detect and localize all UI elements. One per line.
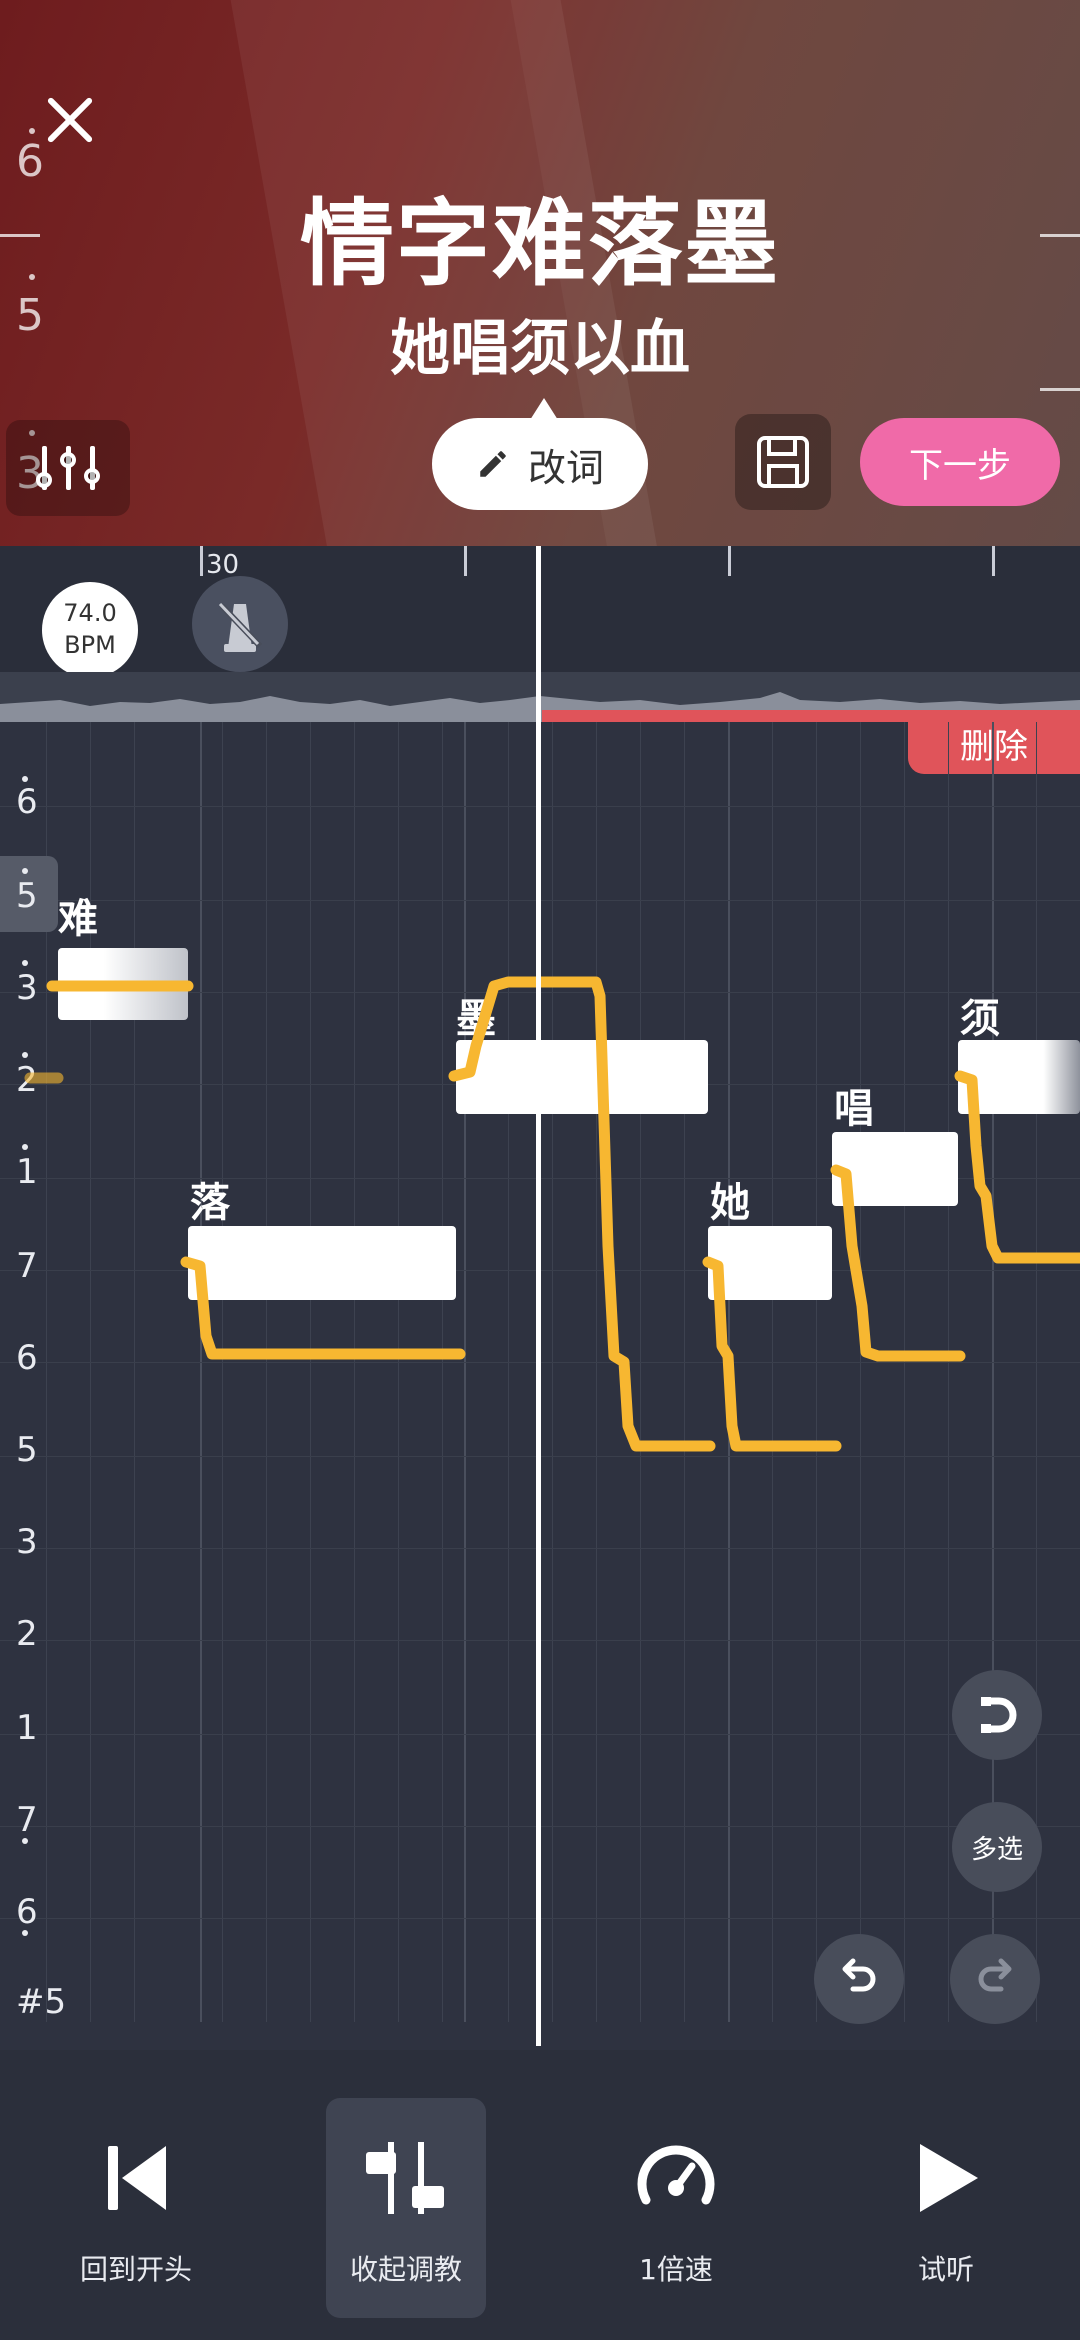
rewind-to-start-button[interactable]: 回到开头	[56, 2098, 216, 2318]
save-icon	[757, 436, 809, 488]
play-icon	[920, 2144, 978, 2212]
lyric-header: 6 5 3 情字难落墨 她唱须以血 改词 下一步	[0, 0, 1080, 546]
redo-button[interactable]	[950, 1934, 1040, 2024]
speed-label: 1倍速	[639, 2253, 713, 2286]
rewind-label: 回到开头	[79, 2253, 192, 2286]
speedometer-icon	[637, 2145, 715, 2205]
mixer-button[interactable]	[6, 420, 130, 516]
playback-toolbar: 回到开头 收起调教 1倍速 试听	[0, 2050, 1080, 2340]
preview-play-button[interactable]: 试听	[866, 2098, 1026, 2318]
next-step-button[interactable]: 下一步	[860, 418, 1060, 506]
edit-lyrics-label: 改词	[527, 445, 604, 490]
playhead[interactable]	[536, 546, 541, 2046]
edit-lyrics-button[interactable]: 改词	[432, 398, 648, 510]
redo-icon	[978, 1958, 1012, 1992]
sliders-icon	[366, 2142, 444, 2214]
magnet-icon	[981, 1697, 1017, 1733]
playback-speed-button[interactable]: 1倍速	[596, 2098, 756, 2318]
preview-label: 试听	[917, 2253, 974, 2286]
lyric-current-line: 情字难落墨	[299, 190, 780, 299]
multiselect-button[interactable]: 多选	[952, 1802, 1042, 1892]
close-icon[interactable]	[40, 90, 100, 150]
collapse-tuning-button[interactable]: 收起调教	[326, 2098, 486, 2318]
snap-toggle[interactable]	[952, 1670, 1042, 1760]
pencil-icon	[480, 451, 506, 477]
save-button[interactable]	[735, 414, 831, 510]
undo-button[interactable]	[814, 1934, 904, 2024]
undo-icon	[842, 1958, 876, 1992]
pitch-editor[interactable]: 30 74.0 BPM 删除 6 5 3 2 1 7 6 5 3 2 1 7 6…	[0, 546, 1080, 2046]
skip-back-icon	[108, 2146, 166, 2210]
collapse-tuning-label: 收起调教	[349, 2253, 462, 2286]
lyric-next-line: 她唱须以血	[390, 314, 690, 384]
